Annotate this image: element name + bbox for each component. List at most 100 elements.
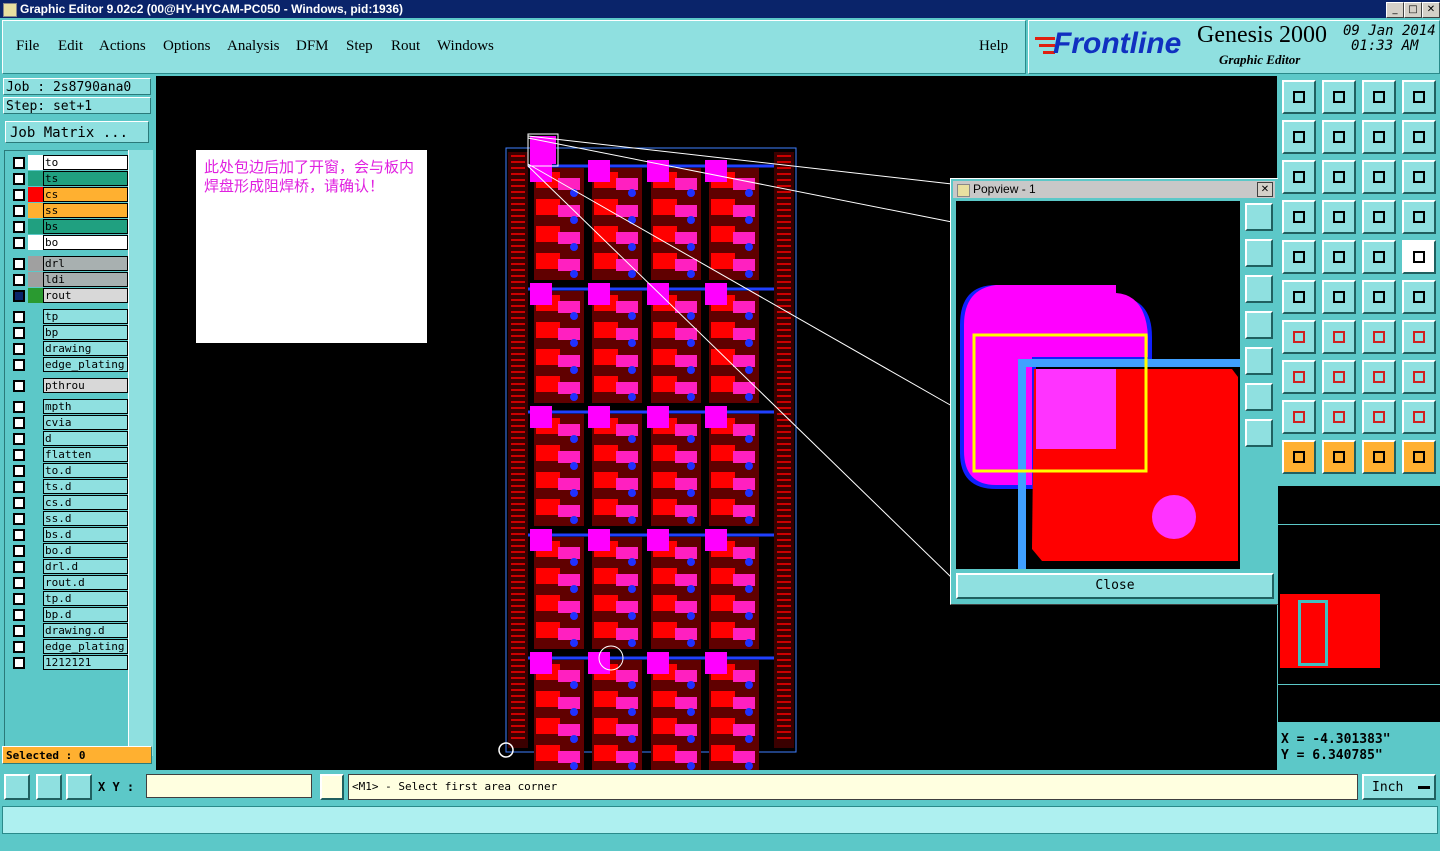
layer-checkbox[interactable] <box>13 465 25 477</box>
pan-right-icon[interactable] <box>1322 120 1356 154</box>
popview-center-button[interactable] <box>1245 419 1273 447</box>
layer-checkbox[interactable] <box>13 641 25 653</box>
route-icon[interactable] <box>1402 440 1436 474</box>
popview-move-down-button[interactable] <box>1245 275 1273 303</box>
feature-select-icon[interactable] <box>1362 200 1396 234</box>
xy-input[interactable] <box>146 774 312 798</box>
menu-edit[interactable]: Edit <box>58 38 83 55</box>
pointer-icon[interactable] <box>1282 440 1316 474</box>
layer-checkbox[interactable] <box>13 513 25 525</box>
menu-help[interactable]: Help <box>979 38 1008 55</box>
home-icon[interactable] <box>1362 80 1396 114</box>
connect-icon[interactable] <box>1282 280 1316 314</box>
message-icon[interactable] <box>320 774 344 800</box>
popview-move-right-button[interactable] <box>1245 347 1273 375</box>
draw-icon[interactable] <box>1322 320 1356 354</box>
stack-icon[interactable] <box>1402 320 1436 354</box>
layer-checkbox[interactable] <box>13 577 25 589</box>
slope-icon[interactable] <box>1282 320 1316 354</box>
scale-1-2-icon[interactable] <box>1362 160 1396 194</box>
layer-checkbox[interactable] <box>13 237 25 249</box>
popview-zoom-in-button[interactable] <box>1245 203 1273 231</box>
line-icon[interactable] <box>1322 240 1356 274</box>
redraw-icon[interactable] <box>1402 120 1436 154</box>
layer-scrollbar[interactable] <box>128 150 153 756</box>
arc-icon[interactable] <box>1362 320 1396 354</box>
popview-move-up-button[interactable] <box>1245 239 1273 267</box>
units-select[interactable]: Inch <box>1362 774 1436 800</box>
job-matrix-button[interactable]: Job Matrix ... <box>5 121 149 143</box>
layer-checkbox[interactable] <box>13 258 25 270</box>
layer-checkbox[interactable] <box>13 290 25 302</box>
triangle-4-icon[interactable] <box>1402 400 1436 434</box>
layer-checkbox[interactable] <box>13 173 25 185</box>
menu-rout[interactable]: Rout <box>391 38 420 55</box>
layer-checkbox[interactable] <box>13 221 25 233</box>
layer-checkbox[interactable] <box>13 311 25 323</box>
menu-dfm[interactable]: DFM <box>296 38 329 55</box>
triangle-2-icon[interactable] <box>1322 400 1356 434</box>
minimize-button[interactable]: _ <box>1386 2 1404 18</box>
layer-checkbox[interactable] <box>13 157 25 169</box>
layer-checkbox[interactable] <box>13 593 25 605</box>
zoom-fit-icon[interactable] <box>1282 160 1316 194</box>
copy-icon[interactable] <box>1402 280 1436 314</box>
close-window-button[interactable]: ✕ <box>1422 2 1440 18</box>
measure-icon[interactable] <box>1282 200 1316 234</box>
layer-checkbox[interactable] <box>13 359 25 371</box>
popview-zoom-view[interactable] <box>956 201 1240 569</box>
select-pointer-icon[interactable] <box>1322 440 1356 474</box>
feature-select-2-icon[interactable] <box>1402 200 1436 234</box>
layer-checkbox[interactable] <box>13 545 25 557</box>
layer-checkbox[interactable] <box>13 497 25 509</box>
cross-icon[interactable] <box>1322 280 1356 314</box>
layer-checkbox[interactable] <box>13 449 25 461</box>
undo-icon[interactable] <box>1362 120 1396 154</box>
zoom-center-icon[interactable] <box>1322 160 1356 194</box>
dim-icon[interactable] <box>1362 360 1396 394</box>
menu-step[interactable]: Step <box>346 38 373 55</box>
popview-move-left-button[interactable] <box>1245 311 1273 339</box>
popview-close-icon[interactable]: ✕ <box>1257 182 1273 197</box>
layer-checkbox[interactable] <box>13 274 25 286</box>
maximize-button[interactable]: □ <box>1404 2 1422 18</box>
select-pointer-2-icon[interactable] <box>1362 440 1396 474</box>
layer-checkbox[interactable] <box>13 343 25 355</box>
layer-checkbox[interactable] <box>13 401 25 413</box>
layer-checkbox[interactable] <box>13 380 25 392</box>
snap-mode-1-icon[interactable] <box>4 774 30 800</box>
window-icon[interactable] <box>1402 80 1436 114</box>
layer-checkbox[interactable] <box>13 189 25 201</box>
layer-checkbox[interactable] <box>13 433 25 445</box>
arrow-blue-icon[interactable] <box>1322 360 1356 394</box>
move-icon[interactable] <box>1362 280 1396 314</box>
ruler-icon[interactable] <box>1362 240 1396 274</box>
popview-fit-button[interactable] <box>1245 383 1273 411</box>
hole-icon[interactable] <box>1402 240 1436 274</box>
layer-checkbox[interactable] <box>13 561 25 573</box>
snap-icon[interactable] <box>1322 200 1356 234</box>
menu-options[interactable]: Options <box>163 38 211 55</box>
arrow-red-icon[interactable] <box>1282 360 1316 394</box>
menu-file[interactable]: File <box>16 38 39 55</box>
layer-checkbox[interactable] <box>13 657 25 669</box>
layer-checkbox[interactable] <box>13 529 25 541</box>
snap-mode-2-icon[interactable] <box>36 774 62 800</box>
pan-left-icon[interactable] <box>1282 120 1316 154</box>
help-query-icon[interactable] <box>1402 160 1436 194</box>
menu-analysis[interactable]: Analysis <box>227 38 280 55</box>
layer-checkbox[interactable] <box>13 327 25 339</box>
open-job-icon[interactable] <box>1282 80 1316 114</box>
popview-close-button[interactable]: Close <box>956 573 1274 599</box>
menu-windows[interactable]: Windows <box>437 38 494 55</box>
layer-checkbox[interactable] <box>13 481 25 493</box>
group-icon[interactable] <box>1402 360 1436 394</box>
save-icon[interactable] <box>1322 80 1356 114</box>
grid-snap-icon[interactable] <box>66 774 92 800</box>
triangle-3-icon[interactable] <box>1362 400 1396 434</box>
overview-map[interactable] <box>1278 486 1440 722</box>
pad-icon[interactable] <box>1282 240 1316 274</box>
triangle-1-icon[interactable] <box>1282 400 1316 434</box>
layer-checkbox[interactable] <box>13 625 25 637</box>
layer-checkbox[interactable] <box>13 609 25 621</box>
